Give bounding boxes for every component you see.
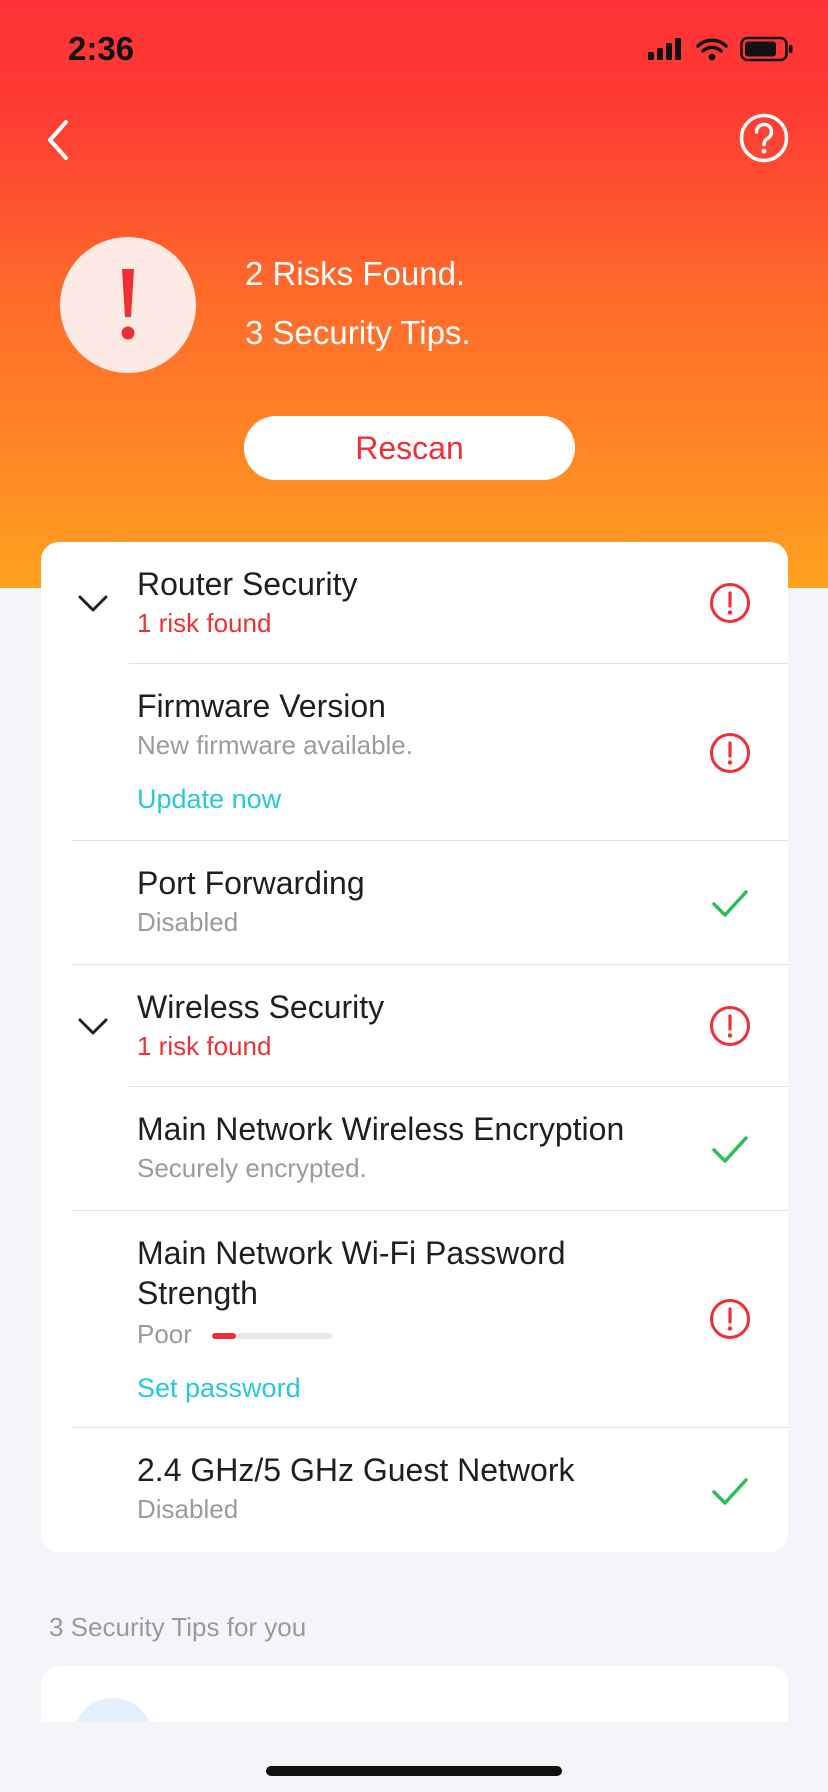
strength-label: Poor bbox=[137, 1319, 192, 1349]
item-status: Disabled bbox=[137, 907, 239, 937]
strength-meter-fill bbox=[212, 1333, 236, 1339]
exclamation-circle-icon bbox=[710, 1299, 750, 1339]
risks-found-text: 2 Risks Found. bbox=[245, 255, 466, 292]
rescan-button[interactable]: Rescan bbox=[244, 416, 575, 480]
item-wifi-password-strength[interactable]: Main Network Wi-Fi Password Strength Poo… bbox=[41, 1211, 788, 1428]
checkmark-icon bbox=[712, 890, 748, 917]
security-tips-text: 3 Security Tips. bbox=[245, 314, 471, 351]
alert-badge bbox=[60, 237, 196, 373]
tips-heading: 3 Security Tips for you bbox=[49, 1612, 307, 1642]
home-indicator[interactable] bbox=[266, 1766, 562, 1776]
item-title-line2: Strength bbox=[137, 1275, 258, 1311]
item-status: Securely encrypted. bbox=[137, 1153, 367, 1183]
section-risk-count: 1 risk found bbox=[137, 608, 272, 638]
update-now-link[interactable]: Update now bbox=[137, 784, 281, 815]
item-status: New firmware available. bbox=[137, 730, 413, 760]
item-title: Main Network Wireless Encryption bbox=[137, 1111, 625, 1147]
item-firmware-version[interactable]: Firmware Version New firmware available.… bbox=[41, 664, 788, 841]
battery-icon bbox=[740, 36, 793, 62]
chevron-down-icon[interactable] bbox=[77, 1017, 109, 1037]
exclamation-icon bbox=[121, 269, 135, 340]
item-guest-network[interactable]: 2.4 GHz/5 GHz Guest Network Disabled bbox=[41, 1428, 788, 1552]
bottom-safe-area bbox=[0, 1722, 828, 1792]
set-password-link[interactable]: Set password bbox=[137, 1373, 301, 1404]
item-title: Firmware Version bbox=[137, 688, 386, 724]
back-button[interactable] bbox=[38, 112, 82, 168]
item-status: Disabled bbox=[137, 1494, 239, 1524]
item-port-forwarding[interactable]: Port Forwarding Disabled bbox=[41, 841, 788, 965]
cellular-signal-icon bbox=[648, 38, 681, 60]
checkmark-icon bbox=[712, 1136, 748, 1163]
item-title-line1: Main Network Wi-Fi Password bbox=[137, 1235, 566, 1271]
section-title: Wireless Security bbox=[137, 989, 385, 1025]
security-scan-screen: 2:36 2 Risks Found. 3 Security Tips. Res… bbox=[0, 0, 828, 1792]
section-wireless-security[interactable]: Wireless Security 1 risk found bbox=[41, 965, 788, 1087]
scan-results-card: Router Security 1 risk found Firmware Ve… bbox=[41, 542, 788, 1552]
strength-meter bbox=[212, 1333, 332, 1339]
help-button[interactable] bbox=[738, 112, 790, 164]
section-router-security[interactable]: Router Security 1 risk found bbox=[41, 542, 788, 664]
section-risk-count: 1 risk found bbox=[137, 1031, 272, 1061]
exclamation-circle-icon bbox=[710, 583, 750, 623]
exclamation-circle-icon bbox=[710, 733, 750, 773]
section-title: Router Security bbox=[137, 566, 358, 602]
chevron-down-icon[interactable] bbox=[77, 594, 109, 614]
status-icons bbox=[648, 36, 794, 62]
item-title: 2.4 GHz/5 GHz Guest Network bbox=[137, 1452, 575, 1488]
item-title: Port Forwarding bbox=[137, 865, 365, 901]
exclamation-circle-icon bbox=[710, 1006, 750, 1046]
status-time: 2:36 bbox=[68, 30, 135, 67]
checkmark-icon bbox=[712, 1478, 748, 1505]
item-wireless-encryption[interactable]: Main Network Wireless Encryption Securel… bbox=[41, 1087, 788, 1211]
wifi-icon bbox=[696, 38, 728, 61]
